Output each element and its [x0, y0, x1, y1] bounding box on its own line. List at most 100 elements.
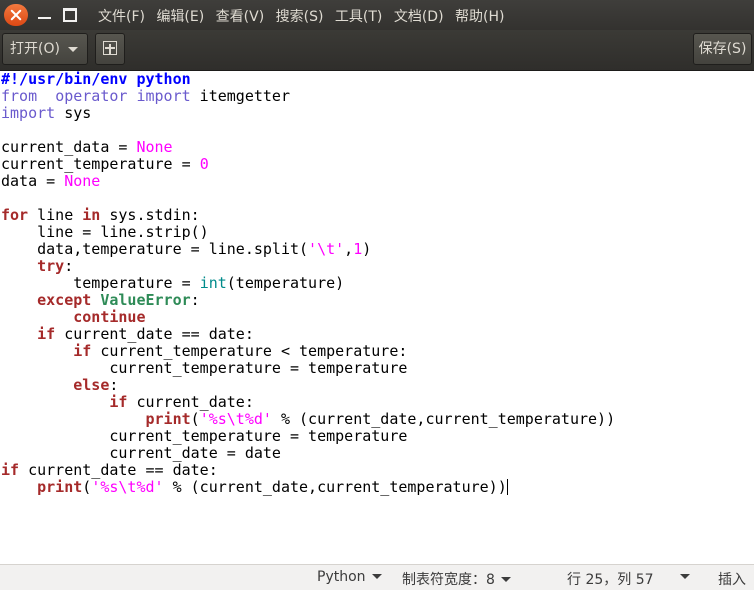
code-token: : — [64, 257, 74, 275]
code-token: print — [145, 410, 191, 428]
chevron-down-icon — [371, 574, 382, 579]
menu-help[interactable]: 帮助(H) — [455, 6, 504, 26]
chevron-down-icon — [68, 47, 78, 52]
code-token: data,temperature = line.split( — [1, 240, 309, 258]
menu-file[interactable]: 文件(F) — [98, 6, 145, 26]
code-token: '%s\t%d' — [199, 410, 272, 428]
code-token: current_temperature = — [1, 155, 200, 173]
insert-mode-label: 插入 — [718, 572, 746, 588]
minimize-window-icon[interactable] — [34, 4, 56, 26]
menu-view[interactable]: 查看(V) — [216, 6, 265, 26]
chevron-down-icon — [680, 574, 690, 579]
code-token: else — [73, 376, 110, 394]
code-line: temperature = int(temperature) — [1, 275, 615, 292]
close-window-icon[interactable] — [4, 4, 28, 26]
menu-search[interactable]: 搜索(S) — [276, 6, 324, 26]
status-bar: Python 制表符宽度：8 行 25，列 57 插入 — [0, 564, 754, 590]
code-editor[interactable]: #!/usr/bin/env python from operator impor… — [0, 71, 754, 564]
maximize-window-icon[interactable] — [59, 4, 81, 26]
cursor-position[interactable]: 行 25，列 57 — [567, 569, 654, 589]
code-token: import — [127, 87, 191, 105]
code-token: if — [1, 461, 20, 479]
code-token: (temperature) — [226, 274, 345, 292]
code-token: 0 — [199, 155, 209, 173]
code-token: current_date = date — [1, 444, 281, 462]
code-token: itemgetter — [190, 87, 290, 105]
save-button[interactable]: 保存(S) — [693, 33, 752, 65]
code-token: ) — [362, 240, 372, 258]
code-line: if current_date == date: — [1, 462, 615, 479]
code-token: current_date == date: — [19, 461, 218, 479]
code-line: continue — [1, 309, 615, 326]
code-token: None — [136, 138, 173, 156]
code-line: else: — [1, 377, 615, 394]
code-token: ValueError — [91, 291, 191, 309]
code-token: : — [109, 376, 119, 394]
code-token: print — [37, 478, 83, 496]
code-token: if — [109, 393, 128, 411]
code-token: current_data = — [1, 138, 137, 156]
code-token: import — [1, 104, 56, 122]
code-line: except ValueError: — [1, 292, 615, 309]
code-token: '\t' — [308, 240, 345, 258]
cursor-position-label: 行 25，列 57 — [567, 572, 654, 588]
code-line: import sys — [1, 105, 615, 122]
code-token: sys — [55, 104, 92, 122]
code-token: current_date: — [127, 393, 254, 411]
code-token: , — [344, 240, 354, 258]
menu-bar: 文件(F) 编辑(E) 查看(V) 搜索(S) 工具(T) 文档(D) 帮助(H… — [0, 0, 754, 30]
new-document-button[interactable] — [95, 33, 125, 65]
insert-mode-indicator[interactable]: 插入 — [718, 569, 746, 589]
code-text: #!/usr/bin/env python from operator impor… — [1, 71, 615, 496]
menu-items: 文件(F) 编辑(E) 查看(V) 搜索(S) 工具(T) 文档(D) 帮助(H… — [98, 6, 511, 26]
code-line: line = line.strip() — [1, 224, 615, 241]
code-token: current_temperature < temperature: — [91, 342, 408, 360]
code-line: current_data = None — [1, 139, 615, 156]
code-line: current_date = date — [1, 445, 615, 462]
code-line: current_temperature = temperature — [1, 428, 615, 445]
code-token: operator — [55, 87, 128, 105]
code-line: for line in sys.stdin: — [1, 207, 615, 224]
code-line: current_temperature = 0 — [1, 156, 615, 173]
open-button-label: 打开(O) — [10, 41, 60, 57]
code-token: except — [37, 291, 92, 309]
new-document-icon — [103, 41, 117, 55]
code-token: in — [82, 206, 101, 224]
code-token: ( — [82, 478, 92, 496]
open-button[interactable]: 打开(O) — [2, 33, 88, 65]
code-token: current_temperature = temperature — [1, 359, 408, 377]
code-token: 1 — [353, 240, 363, 258]
code-line: try: — [1, 258, 615, 275]
code-line: if current_temperature < temperature: — [1, 343, 615, 360]
code-token: line — [28, 206, 83, 224]
menu-documents[interactable]: 文档(D) — [394, 6, 444, 26]
code-token: if — [73, 342, 92, 360]
code-line: print('%s\t%d' % (current_date,current_t… — [1, 410, 616, 428]
code-line: current_temperature = temperature — [1, 360, 615, 377]
code-token: : — [190, 291, 200, 309]
code-token: None — [64, 172, 101, 190]
code-token: continue — [73, 308, 146, 326]
code-token: for — [1, 206, 29, 224]
menu-tools[interactable]: 工具(T) — [335, 6, 382, 26]
code-token: '%s\t%d' — [91, 478, 164, 496]
code-line: if current_date == date: — [1, 326, 615, 343]
language-selector[interactable]: Python — [317, 569, 382, 585]
position-menu-toggle[interactable] — [680, 569, 690, 585]
code-line: print('%s\t%d' % (current_date,current_t… — [1, 479, 615, 496]
code-token: temperature = — [1, 274, 200, 292]
menu-edit[interactable]: 编辑(E) — [156, 6, 204, 26]
toolbar: 打开(O) 保存(S) — [0, 30, 754, 71]
code-token: if — [37, 325, 56, 343]
code-line: #!/usr/bin/env python — [1, 71, 615, 88]
text-caret — [506, 479, 508, 495]
tab-width-selector[interactable]: 制表符宽度：8 — [402, 569, 511, 589]
